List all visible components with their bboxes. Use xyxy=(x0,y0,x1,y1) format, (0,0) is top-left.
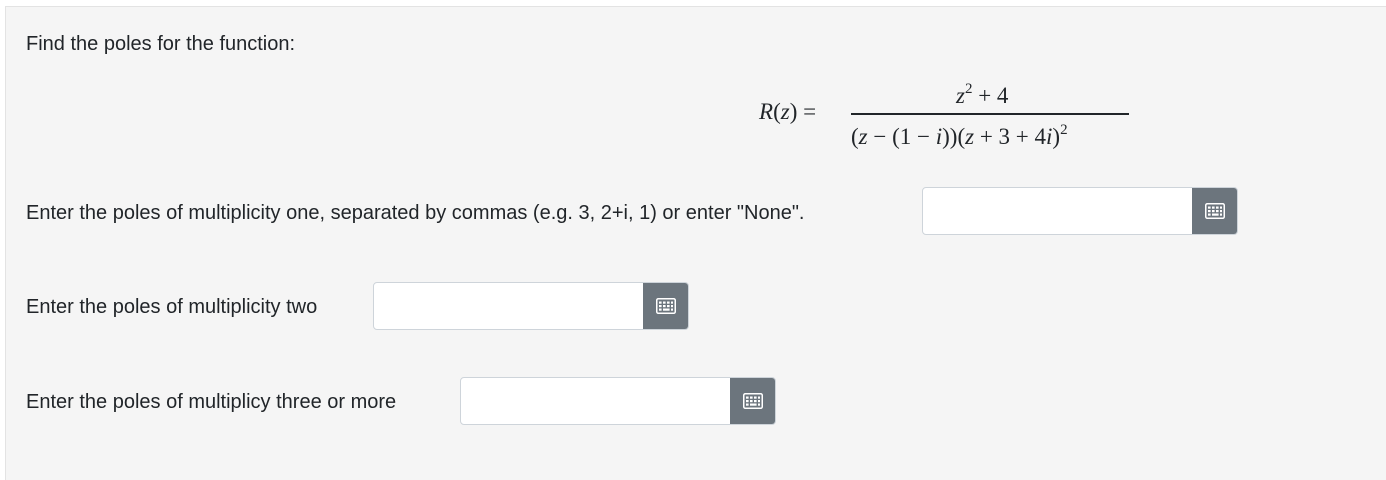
equation-numerator: z2 + 4 xyxy=(956,81,1009,108)
keypad-icon xyxy=(655,298,676,314)
multiplicity-two-field xyxy=(373,282,689,330)
multiplicity-one-label: Enter the poles of multiplicity one, sep… xyxy=(26,202,805,224)
multiplicity-three-field xyxy=(460,377,776,425)
question-intro: Find the poles for the function: xyxy=(26,33,296,55)
keypad-icon xyxy=(1204,203,1225,219)
multiplicity-two-input[interactable] xyxy=(374,283,643,329)
multiplicity-three-input[interactable] xyxy=(461,378,730,424)
equation-denominator: (z − (1 − i))(z + 3 + 4i)2 xyxy=(851,122,1068,149)
question-panel: Find the poles for the function: R(z) = … xyxy=(5,6,1386,480)
multiplicity-two-keypad-button[interactable] xyxy=(643,283,688,329)
equation-lhs: R(z) = xyxy=(759,99,817,124)
multiplicity-three-keypad-button[interactable] xyxy=(730,378,775,424)
multiplicity-three-label: Enter the poles of multiplicy three or m… xyxy=(26,391,397,413)
fraction-bar xyxy=(851,113,1129,115)
multiplicity-one-field xyxy=(922,187,1238,235)
multiplicity-one-input[interactable] xyxy=(923,188,1192,234)
keypad-icon xyxy=(742,393,763,409)
multiplicity-one-keypad-button[interactable] xyxy=(1192,188,1237,234)
multiplicity-two-label: Enter the poles of multiplicity two xyxy=(26,296,318,318)
